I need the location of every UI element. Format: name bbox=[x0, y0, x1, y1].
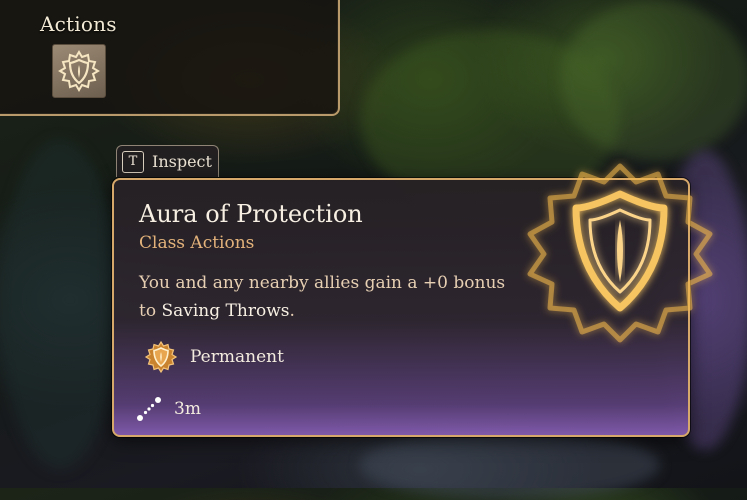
inspect-tab[interactable]: T Inspect bbox=[116, 145, 219, 177]
range-dots-icon bbox=[137, 397, 161, 421]
range-row: 3m bbox=[136, 396, 201, 422]
range-label: 3m bbox=[174, 399, 201, 419]
background-foliage bbox=[0, 140, 120, 470]
duration-label: Permanent bbox=[190, 347, 284, 367]
inspect-key-badge: T bbox=[122, 150, 144, 173]
shield-emblem-icon bbox=[144, 340, 178, 374]
aura-of-protection-shield-icon bbox=[58, 50, 100, 92]
duration-row: Permanent bbox=[144, 340, 284, 374]
tooltip-subtitle: Class Actions bbox=[139, 233, 255, 253]
action-tooltip: Aura of Protection Class Actions You and… bbox=[112, 178, 690, 437]
background-rocks bbox=[360, 430, 660, 500]
tooltip-description: You and any nearby allies gain a +0 bonu… bbox=[139, 269, 519, 325]
description-suffix: . bbox=[289, 301, 295, 321]
saving-throws-keyword[interactable]: Saving Throws bbox=[161, 301, 289, 321]
actions-title: Actions bbox=[40, 12, 117, 36]
background-foliage bbox=[560, 0, 747, 160]
action-slot-aura-of-protection[interactable] bbox=[52, 44, 106, 98]
inspect-label: Inspect bbox=[152, 152, 212, 171]
tooltip-title: Aura of Protection bbox=[139, 200, 363, 228]
